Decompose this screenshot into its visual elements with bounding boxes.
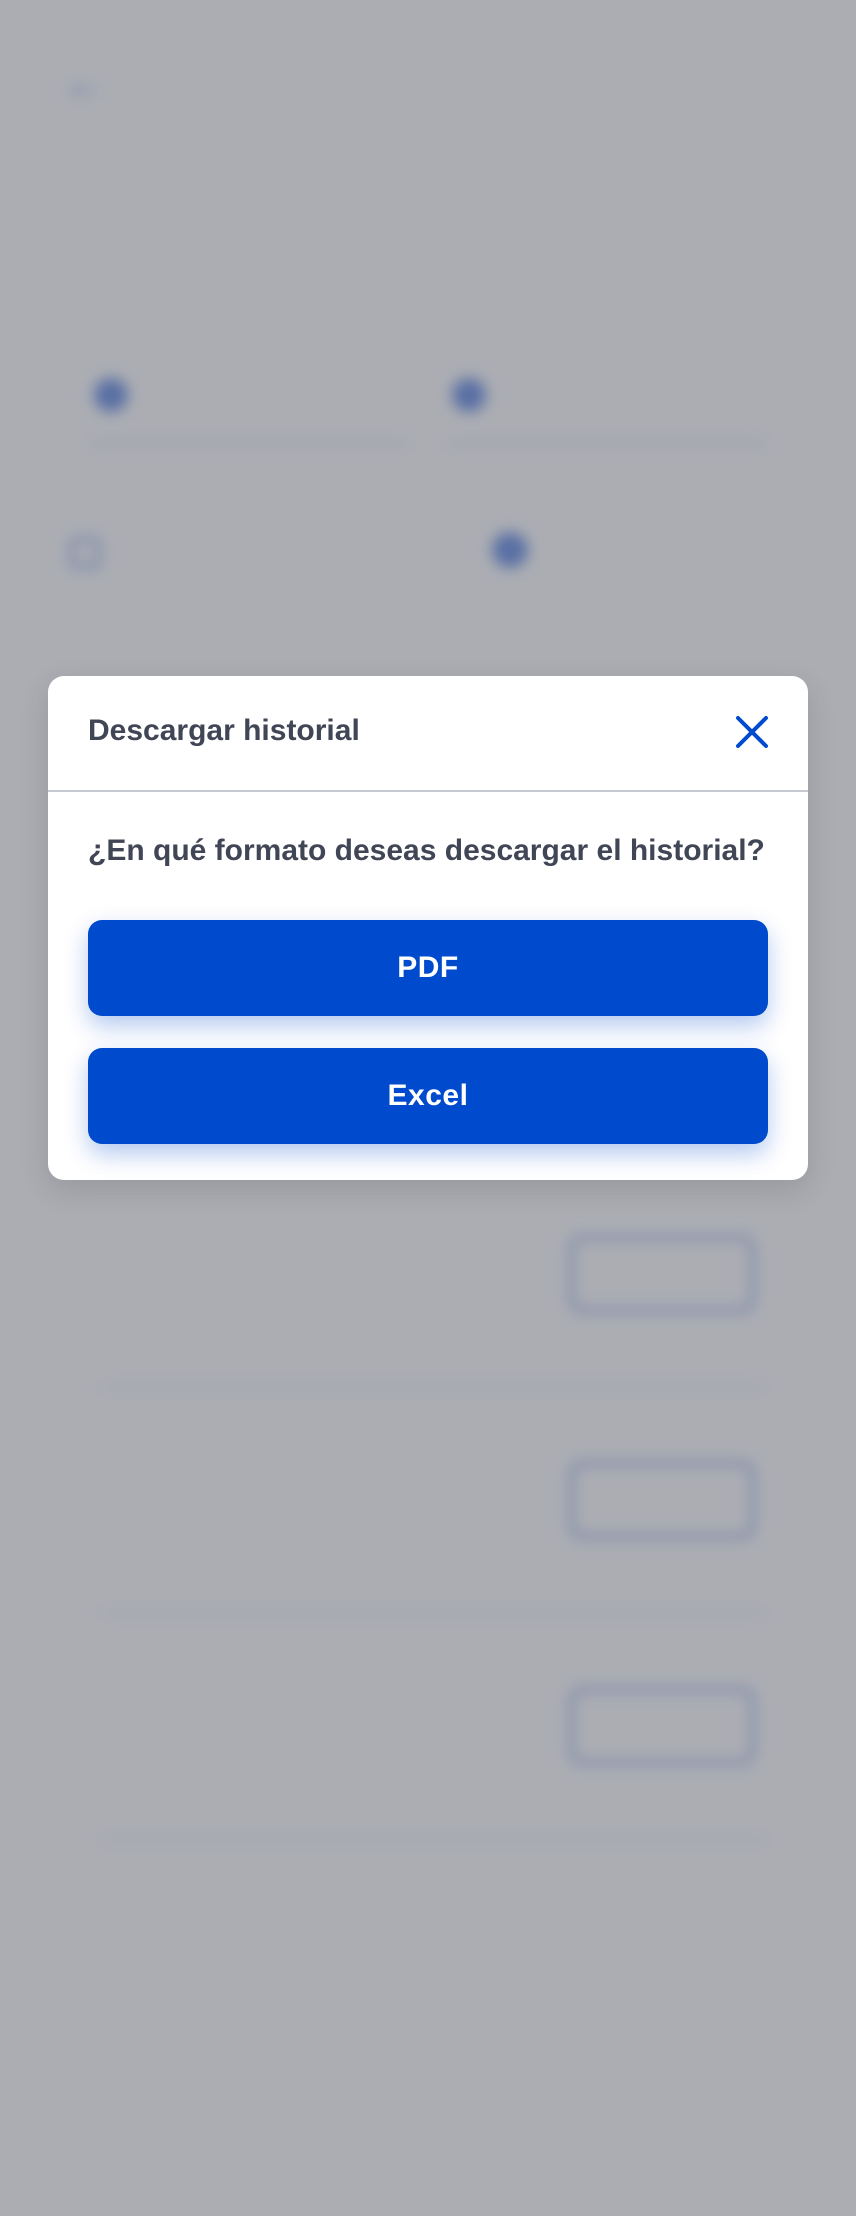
modal-body: ¿En qué formato deseas descargar el hist… <box>48 792 808 1144</box>
pdf-button[interactable]: PDF <box>88 920 768 1016</box>
excel-button[interactable]: Excel <box>88 1048 768 1144</box>
download-history-modal: Descargar historial ¿En qué formato dese… <box>48 676 808 1180</box>
page: ← <box>0 0 856 2216</box>
close-icon <box>736 716 768 748</box>
modal-title: Descargar historial <box>88 714 360 747</box>
format-question: ¿En qué formato deseas descargar el hist… <box>88 834 765 867</box>
modal-header: Descargar historial <box>48 676 808 792</box>
close-button[interactable] <box>732 712 772 752</box>
